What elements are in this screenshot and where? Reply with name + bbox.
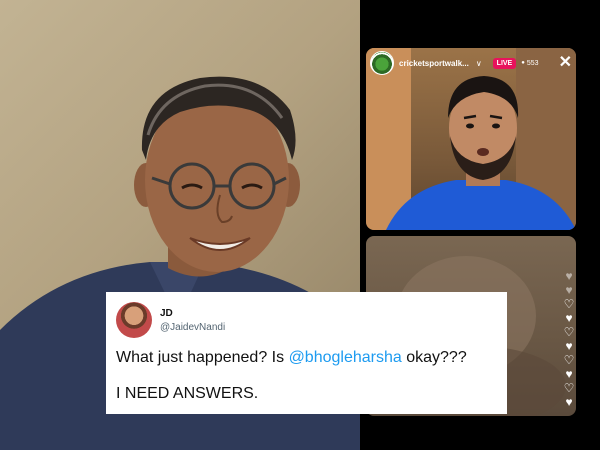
heart-icon: ♥ [565, 283, 573, 297]
tweet-author: JD @JaidevNandi [160, 308, 225, 333]
heart-icon: ♡ [563, 353, 575, 367]
heart-icon: ♥ [565, 395, 573, 409]
eye-icon: ● [521, 60, 525, 66]
tweet-handle[interactable]: @JaidevNandi [160, 322, 225, 333]
close-icon[interactable]: ✕ [559, 55, 572, 71]
heart-icon: ♡ [563, 381, 575, 395]
live-username[interactable]: cricketsportwalk... [399, 59, 469, 68]
heart-icon: ♥ [565, 311, 573, 325]
viewer-count: ● 553 [521, 60, 538, 67]
heart-icon: ♡ [563, 297, 575, 311]
viewer-count-value: 553 [526, 59, 539, 67]
heart-icon: ♥ [565, 339, 573, 353]
chevron-down-icon[interactable]: ∨ [476, 59, 482, 68]
heart-icon: ♥ [565, 269, 573, 283]
live-badge: LIVE [492, 57, 517, 69]
heart-icon: ♡ [563, 325, 575, 339]
tweet-text-before: What just happened? Is [116, 349, 289, 366]
hearts-stream: ♥ ♥ ♡ ♥ ♡ ♥ ♡ ♥ ♡ ♥ [560, 270, 578, 410]
heart-icon: ♥ [565, 367, 573, 381]
tweet-text-after: okay??? [401, 349, 467, 366]
tweet-text-line2: I NEED ANSWERS. [116, 385, 259, 402]
tweet-header: JD @JaidevNandi [116, 302, 497, 338]
tweet-avatar[interactable] [116, 302, 152, 338]
tweet-display-name[interactable]: JD [160, 308, 225, 319]
tweet-mention-link[interactable]: @bhogleharsha [289, 349, 402, 366]
tweet-card[interactable]: JD @JaidevNandi What just happened? Is @… [106, 292, 507, 414]
account-avatar[interactable] [370, 51, 394, 75]
tweet-text: What just happened? Is @bhogleharsha oka… [116, 348, 497, 368]
live-header: cricketsportwalk... ∨ LIVE ● 553 ✕ [366, 48, 576, 78]
